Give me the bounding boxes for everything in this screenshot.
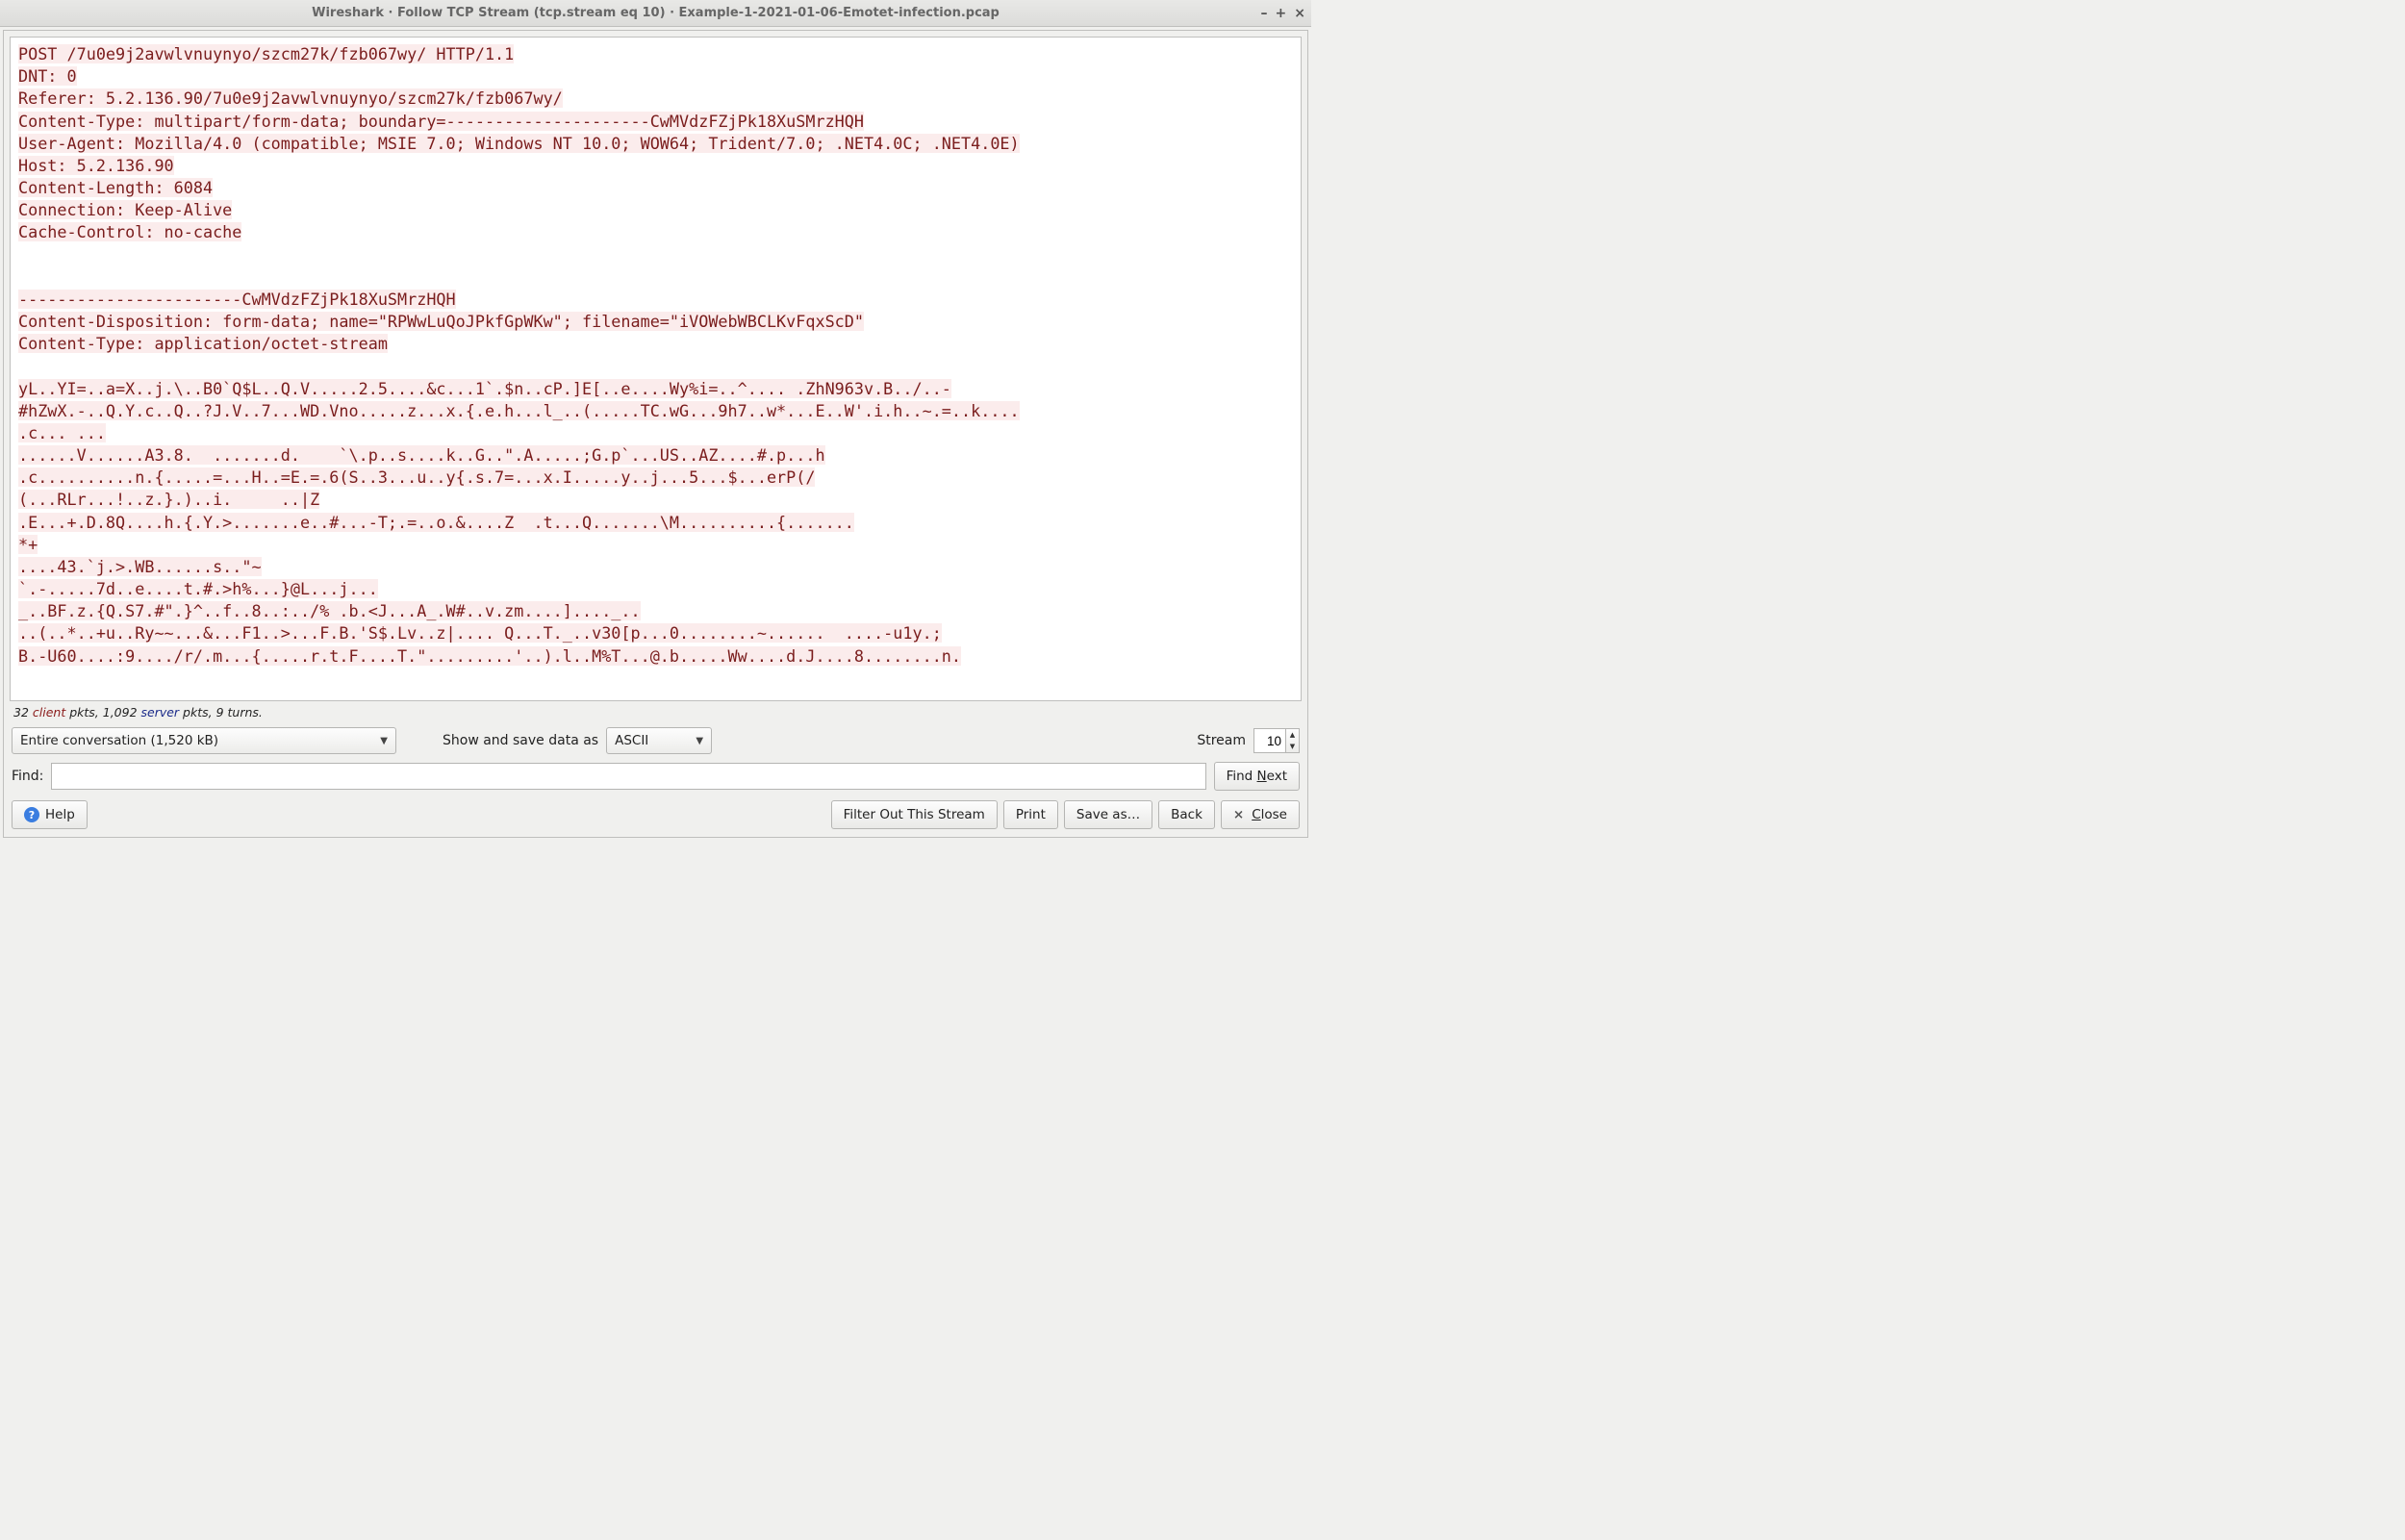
close-icon: × xyxy=(1233,807,1244,822)
chevron-up-icon[interactable]: ▲ xyxy=(1290,731,1295,739)
client-pkt-count: 32 xyxy=(13,705,29,720)
chevron-down-icon[interactable]: ▼ xyxy=(1290,743,1295,750)
chevron-down-icon: ▼ xyxy=(380,736,388,746)
stream-number-label: Stream xyxy=(1197,733,1246,748)
find-input[interactable] xyxy=(51,763,1205,790)
tcp-stream-text[interactable]: POST /7u0e9j2avwlvnuynyo/szcm27k/fzb067w… xyxy=(10,37,1302,701)
conversation-select-value: Entire conversation (1,520 kB) xyxy=(20,733,218,748)
encoding-select-value: ASCII xyxy=(615,733,648,748)
stream-number-input[interactable] xyxy=(1253,728,1286,753)
window-title: Wireshark · Follow TCP Stream (tcp.strea… xyxy=(312,6,1000,20)
help-button[interactable]: ? Help xyxy=(12,800,88,829)
close-button[interactable]: × Close xyxy=(1221,800,1300,829)
status-mid: pkts, 1,092 xyxy=(65,705,140,720)
save-as-label: Save as… xyxy=(1076,807,1140,822)
status-suffix: pkts, 9 turns. xyxy=(179,705,263,720)
minimize-icon[interactable]: – xyxy=(1261,6,1268,21)
find-label: Find: xyxy=(12,769,43,784)
client-word: client xyxy=(33,705,65,720)
help-button-label: Help xyxy=(45,807,75,822)
window-titlebar: Wireshark · Follow TCP Stream (tcp.strea… xyxy=(0,0,1311,27)
help-icon: ? xyxy=(24,807,39,822)
conversation-select[interactable]: Entire conversation (1,520 kB) ▼ xyxy=(12,727,396,754)
dialog-body: POST /7u0e9j2avwlvnuynyo/szcm27k/fzb067w… xyxy=(3,30,1308,838)
close-window-icon[interactable]: × xyxy=(1294,6,1305,21)
show-data-as-label: Show and save data as xyxy=(443,733,598,748)
stepper-arrows[interactable]: ▲▼ xyxy=(1286,728,1300,753)
chevron-down-icon: ▼ xyxy=(696,736,703,746)
server-word: server xyxy=(141,705,180,720)
back-label: Back xyxy=(1171,807,1202,822)
find-next-button[interactable]: Find Next xyxy=(1214,762,1300,791)
print-label: Print xyxy=(1016,807,1046,822)
maximize-icon[interactable]: + xyxy=(1276,6,1287,21)
print-button[interactable]: Print xyxy=(1003,800,1058,829)
back-button[interactable]: Back xyxy=(1158,800,1215,829)
button-row: ? Help Filter Out This Stream Print Save… xyxy=(4,795,1307,837)
encoding-select[interactable]: ASCII ▼ xyxy=(606,727,712,754)
find-row: Find: Find Next xyxy=(4,758,1307,795)
filter-out-label: Filter Out This Stream xyxy=(844,807,985,822)
stream-number-stepper[interactable]: ▲▼ xyxy=(1253,727,1300,754)
filter-out-stream-button[interactable]: Filter Out This Stream xyxy=(831,800,998,829)
options-row: Entire conversation (1,520 kB) ▼ Show an… xyxy=(4,723,1307,758)
packet-count-status: 32 client pkts, 1,092 server pkts, 9 tur… xyxy=(4,703,1307,723)
save-as-button[interactable]: Save as… xyxy=(1064,800,1152,829)
